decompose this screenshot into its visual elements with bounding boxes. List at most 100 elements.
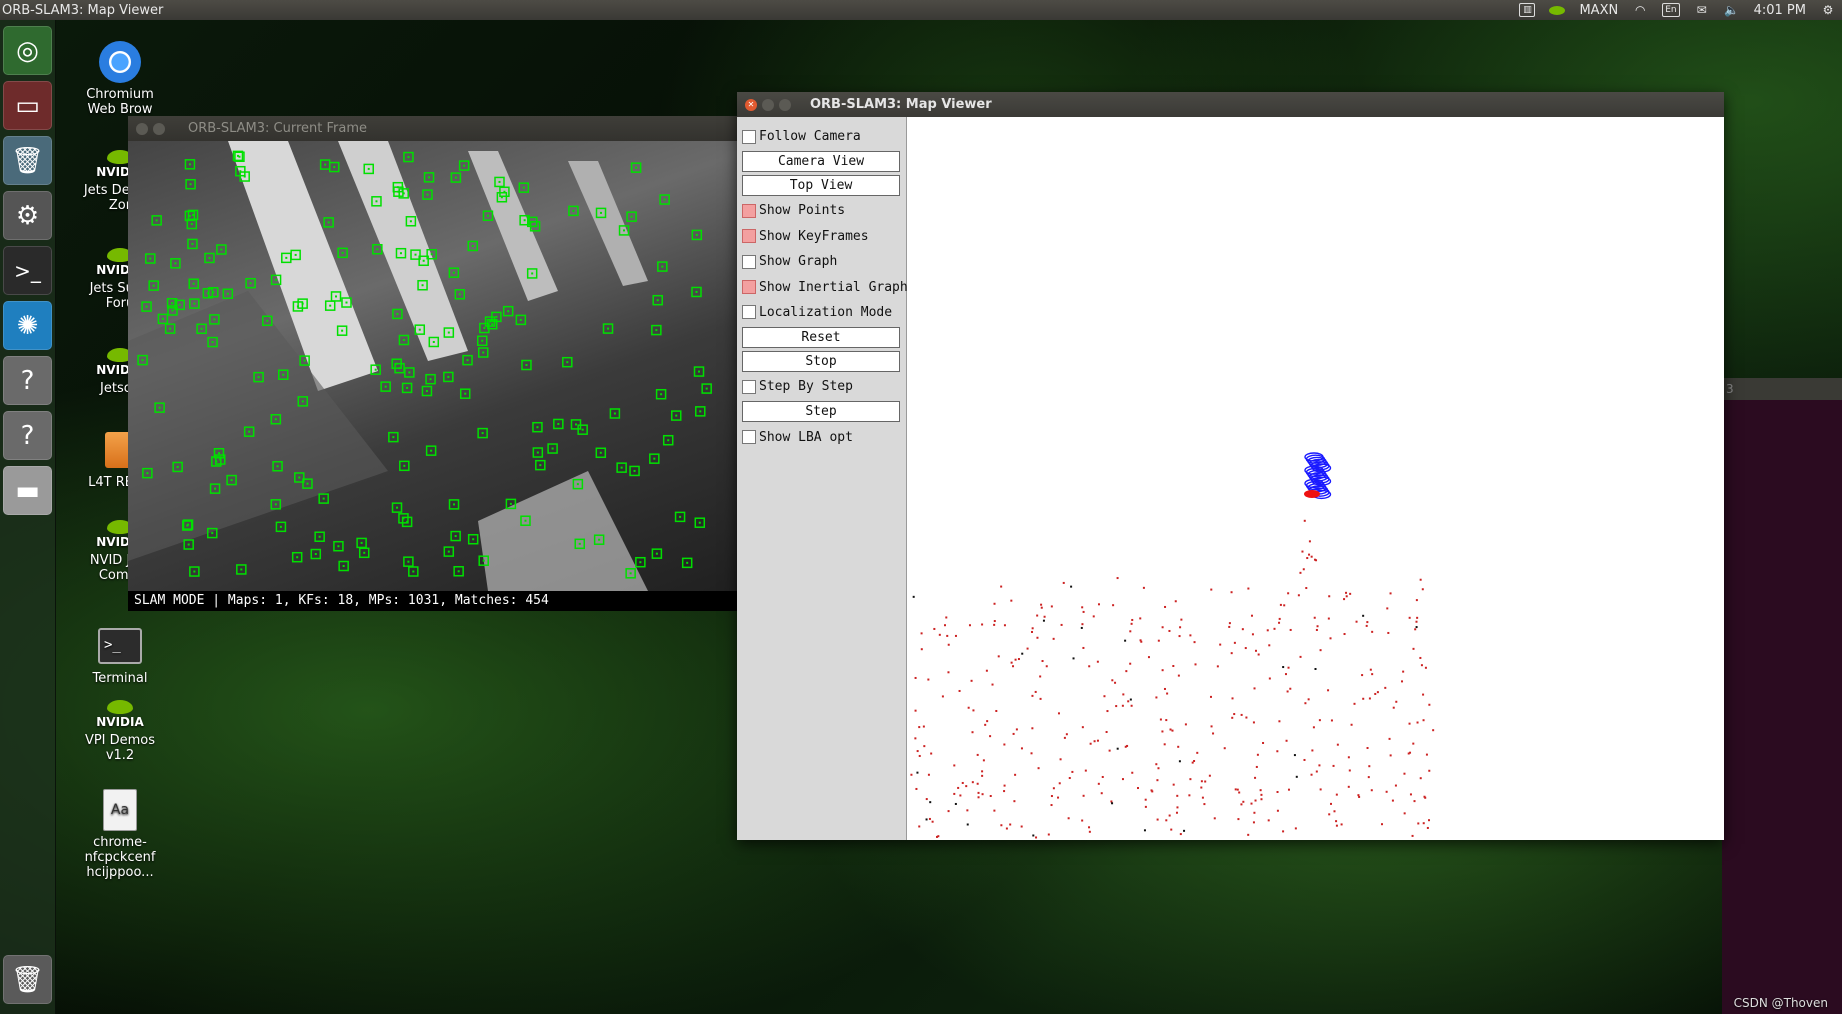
feature-point <box>523 219 526 222</box>
nvidia-icon[interactable] <box>1549 3 1566 17</box>
map-point <box>1014 658 1017 661</box>
power-mode-label[interactable]: MAXN <box>1579 3 1618 18</box>
feature-point <box>551 447 554 450</box>
map-point <box>943 624 946 627</box>
map-point <box>1259 789 1262 792</box>
map-3d-canvas[interactable] <box>907 117 1724 840</box>
follow-camera-checkbox[interactable]: Follow Camera <box>742 124 902 149</box>
feature-point <box>458 293 461 296</box>
map-point <box>1278 621 1281 624</box>
feature-point <box>536 451 539 454</box>
map-point <box>1416 721 1419 724</box>
map-point <box>1278 617 1281 620</box>
minimize-icon[interactable] <box>762 98 774 111</box>
map-point <box>1327 617 1330 620</box>
close-icon[interactable] <box>136 122 148 135</box>
show-lba-opt-checkbox[interactable]: Show LBA opt <box>742 425 902 450</box>
help-icon[interactable]: ? <box>3 411 52 460</box>
map-point <box>1161 669 1164 672</box>
feature-point <box>481 339 484 342</box>
checkbox-label: Show Points <box>759 203 846 219</box>
desktop-icon-terminal[interactable]: >_ Terminal <box>78 624 162 686</box>
feature-point <box>679 515 682 518</box>
gear-icon[interactable]: ⚙ <box>1820 3 1836 17</box>
map-point <box>1409 793 1412 796</box>
show-keyframes-checkbox[interactable]: Show KeyFrames <box>742 224 902 249</box>
checkbox-box[interactable] <box>742 229 756 244</box>
system-settings-icon[interactable]: ⚙ <box>3 191 52 240</box>
current-frame-window[interactable]: ORB-SLAM3: Current Frame SLAM MODE | Map… <box>128 116 738 613</box>
feature-point <box>200 327 203 330</box>
checkbox-box[interactable] <box>742 430 756 445</box>
volume-icon[interactable]: 🔈 <box>1724 3 1740 17</box>
feature-point <box>294 253 297 256</box>
browser-icon[interactable]: ✺ <box>3 301 52 350</box>
show-points-checkbox[interactable]: Show Points <box>742 198 902 223</box>
feature-point <box>188 214 191 217</box>
map-point <box>993 809 996 812</box>
step-button[interactable]: Step <box>742 401 900 423</box>
desktop-icon-vpi-demos[interactable]: NVIDIA VPI Demos v1.2 <box>78 700 162 763</box>
feature-point <box>464 392 467 395</box>
close-icon[interactable]: ✕ <box>745 98 757 111</box>
checkbox-box[interactable] <box>742 129 756 144</box>
checkbox-box[interactable] <box>742 305 756 320</box>
desktop-icon-chromium[interactable]: Chromium Web Brow <box>78 40 162 117</box>
checkbox-box[interactable] <box>742 203 756 218</box>
top-view-button[interactable]: Top View <box>742 174 900 196</box>
desktop-icon-label: VPI Demos v1.2 <box>84 733 156 763</box>
feature-point <box>208 256 211 259</box>
stop-button[interactable]: Stop <box>742 350 900 372</box>
minimize-icon[interactable] <box>153 122 165 135</box>
help-icon[interactable]: ? <box>3 356 52 405</box>
map-point <box>1223 747 1226 750</box>
floor-highlight <box>478 471 648 591</box>
drive-icon[interactable]: ▬ <box>3 466 52 515</box>
background-window[interactable]: 3 <box>1722 378 1842 1014</box>
background-window-titlebar[interactable]: 3 <box>1722 378 1842 400</box>
map-point <box>915 787 918 790</box>
map-point <box>1313 616 1316 619</box>
map-point <box>923 745 926 748</box>
map-point <box>1250 614 1253 617</box>
map-point <box>1193 641 1196 644</box>
mail-icon[interactable]: ✉ <box>1694 3 1710 17</box>
terminal-icon[interactable]: >_ <box>3 246 52 295</box>
map-point <box>1060 623 1063 626</box>
camera-view-button[interactable]: Camera View <box>742 151 900 173</box>
checkbox-box[interactable] <box>742 254 756 269</box>
feature-point <box>342 564 345 567</box>
desktop-icon-chrome-file[interactable]: Aa chrome-nfcpckcenf hcijppoo... <box>78 788 162 880</box>
step-by-step-checkbox[interactable]: Step By Step <box>742 374 902 399</box>
reset-button[interactable]: Reset <box>742 327 900 349</box>
localization-mode-checkbox[interactable]: Localization Mode <box>742 300 902 325</box>
map-point <box>1050 795 1053 798</box>
map-viewer-titlebar[interactable]: ✕ ORB-SLAM3: Map Viewer <box>737 92 1724 117</box>
feature-point <box>695 290 698 293</box>
show-inertial-graph-checkbox[interactable]: Show Inertial Graph <box>742 274 908 299</box>
feature-point <box>509 502 512 505</box>
software-center-icon[interactable]: 🗑 <box>3 136 52 185</box>
map-viewer-window[interactable]: ✕ ORB-SLAM3: Map Viewer Follow Camera Ca… <box>737 92 1724 840</box>
checkbox-box[interactable] <box>742 280 756 295</box>
trash-icon[interactable]: 🗑 <box>3 955 52 1004</box>
map-point <box>1140 640 1143 643</box>
nvidia-monitor-icon[interactable]: ▥ <box>1519 3 1536 17</box>
map-point <box>1106 710 1109 713</box>
ubuntu-dash-icon[interactable]: ◎ <box>3 26 52 75</box>
clock[interactable]: 4:01 PM <box>1754 3 1806 18</box>
feature-point <box>169 327 172 330</box>
show-graph-checkbox[interactable]: Show Graph <box>742 249 902 274</box>
feature-point <box>447 375 450 378</box>
checkbox-box[interactable] <box>742 379 756 394</box>
map-point <box>1052 787 1055 790</box>
current-frame-titlebar[interactable]: ORB-SLAM3: Current Frame <box>128 116 738 141</box>
map-point <box>1010 599 1013 602</box>
wifi-icon[interactable]: ◠ <box>1632 3 1648 17</box>
files-icon[interactable]: ▭ <box>3 81 52 130</box>
map-point <box>947 810 950 813</box>
feature-point <box>430 449 433 452</box>
maximize-icon[interactable] <box>779 98 791 111</box>
keyboard-layout-indicator[interactable]: En <box>1662 3 1680 17</box>
map-point <box>1236 788 1239 791</box>
